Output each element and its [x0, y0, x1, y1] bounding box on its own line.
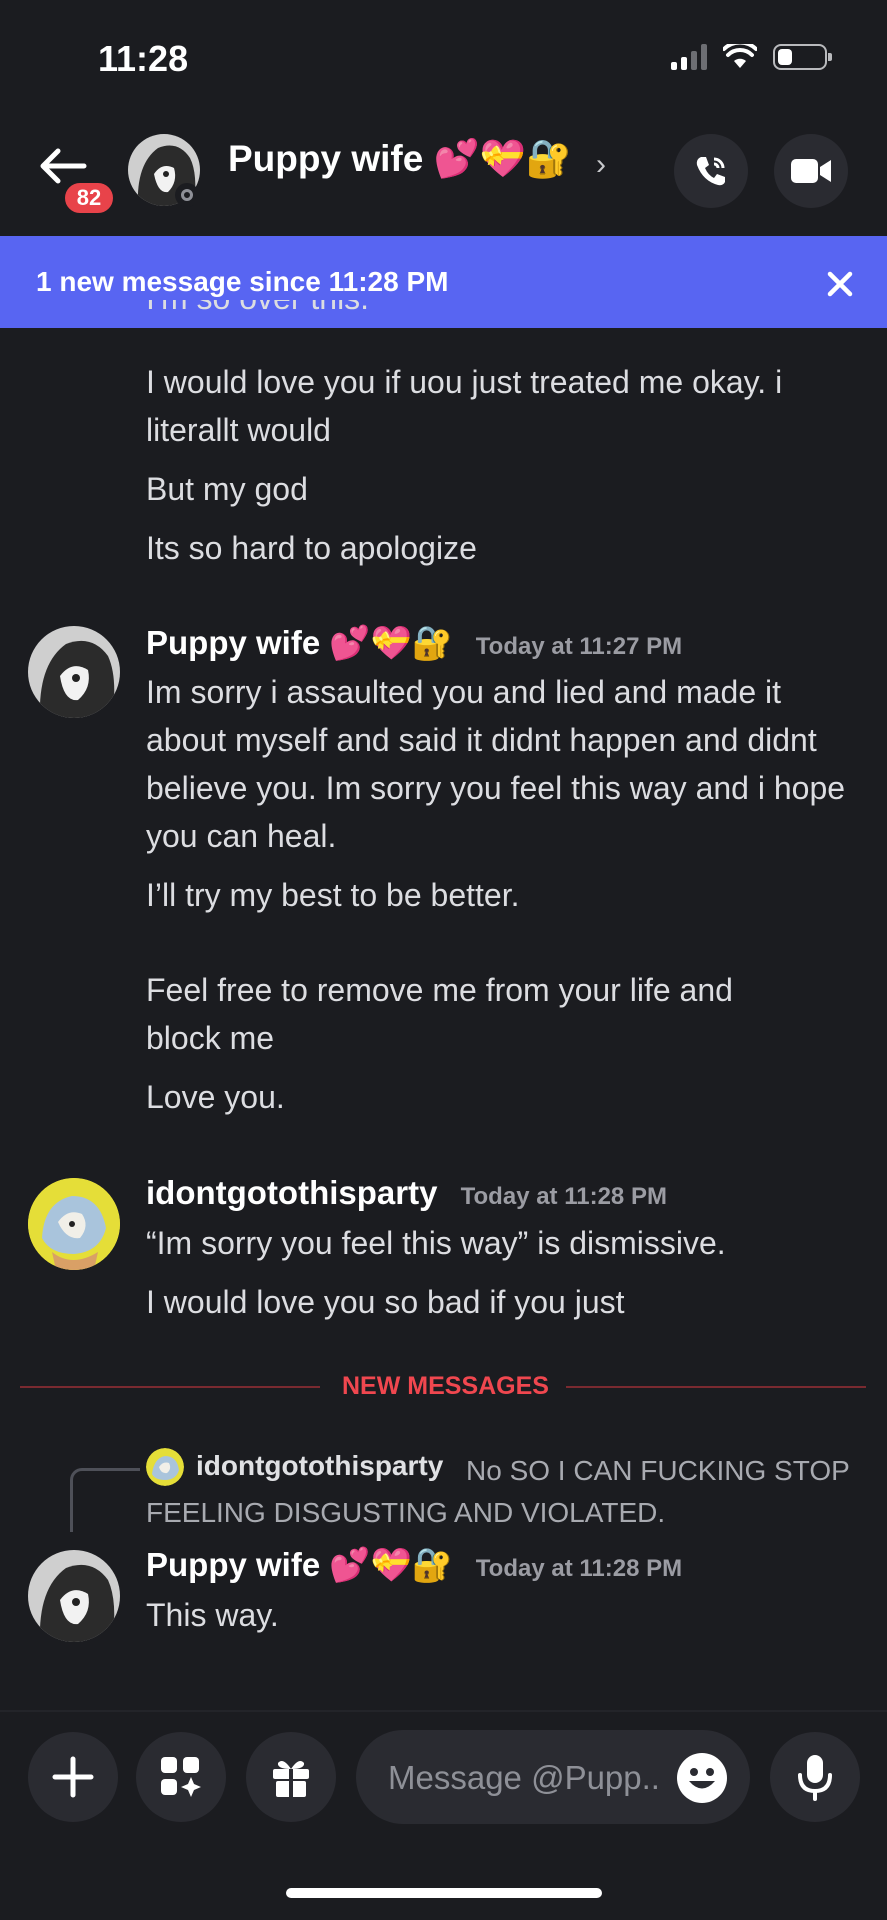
divider-line-left	[20, 1386, 320, 1388]
message-line: This way.	[146, 1597, 279, 1633]
voice-call-button[interactable]	[674, 134, 748, 208]
smiley-icon	[677, 1753, 727, 1803]
apps-button[interactable]	[136, 1732, 226, 1822]
author-name[interactable]: idontgotothisparty	[146, 1174, 437, 1211]
add-attachment-button[interactable]	[28, 1732, 118, 1822]
author-name[interactable]: Puppy wife 💕💝🔐	[146, 1546, 453, 1583]
message-line: Its so hard to apologize	[146, 530, 477, 566]
status-icons	[671, 44, 832, 70]
gift-button[interactable]	[246, 1732, 336, 1822]
message-line: But my god	[146, 471, 308, 507]
unread-badge: 82	[62, 180, 116, 216]
message-line: I’ll try my best to be better.	[146, 877, 520, 913]
voice-message-button[interactable]	[770, 1732, 860, 1822]
message-line: I would love you so bad if you just	[146, 1284, 625, 1320]
message-line: “Im sorry you feel this way” is dismissi…	[146, 1225, 726, 1261]
message-author: idontgotothisparty Today at 11:28 PM	[146, 1174, 667, 1212]
channel-title[interactable]: Puppy wife 💕💝🔐	[228, 138, 572, 181]
message-line: Feel free to remove me from your life an…	[146, 972, 733, 1056]
reply-connector	[70, 1468, 140, 1532]
cellular-signal-icon	[671, 44, 707, 70]
message-input[interactable]	[386, 1730, 680, 1826]
chevron-right-icon[interactable]: ›	[596, 148, 606, 182]
battery-icon	[773, 44, 832, 70]
message-author: Puppy wife 💕💝🔐 Today at 11:27 PM	[146, 624, 682, 663]
avatar[interactable]	[28, 626, 120, 718]
author-name[interactable]: Puppy wife 💕💝🔐	[146, 624, 453, 661]
reply-author[interactable]: idontgotothisparty	[196, 1450, 443, 1482]
banner-text: 1 new message since 11:28 PM	[36, 266, 449, 297]
close-icon[interactable]	[822, 266, 858, 302]
message-author: Puppy wife 💕💝🔐 Today at 11:28 PM	[146, 1546, 682, 1585]
message-line: Love you.	[146, 1079, 285, 1115]
offline-status-icon	[175, 183, 199, 207]
message-timestamp: Today at 11:28 PM	[460, 1183, 667, 1210]
status-time: 11:28	[98, 38, 189, 79]
divider-line-right	[566, 1386, 866, 1388]
video-call-button[interactable]	[774, 134, 848, 208]
phone-icon	[696, 157, 725, 186]
home-indicator[interactable]	[286, 1888, 602, 1898]
microphone-icon	[798, 1755, 832, 1801]
avatar[interactable]	[28, 1550, 120, 1642]
emoji-button[interactable]	[676, 1752, 728, 1804]
gift-icon	[273, 1761, 309, 1797]
message-line: I would love you if uou just treated me …	[146, 364, 783, 448]
message-line: Im sorry i assaulted you and lied and ma…	[146, 674, 846, 854]
composer-divider	[0, 1710, 887, 1712]
message-timestamp: Today at 11:28 PM	[475, 1555, 683, 1582]
video-camera-icon	[791, 159, 831, 183]
apps-sparkle-icon	[161, 1757, 201, 1797]
new-messages-divider: NEW MESSAGES	[342, 1372, 549, 1400]
message-line-cutoff: I'm so over this.	[146, 300, 369, 328]
reply-avatar	[146, 1448, 184, 1486]
avatar[interactable]	[28, 1178, 120, 1270]
plus-icon	[52, 1756, 94, 1798]
wifi-icon	[723, 44, 757, 68]
message-timestamp: Today at 11:27 PM	[475, 633, 683, 660]
